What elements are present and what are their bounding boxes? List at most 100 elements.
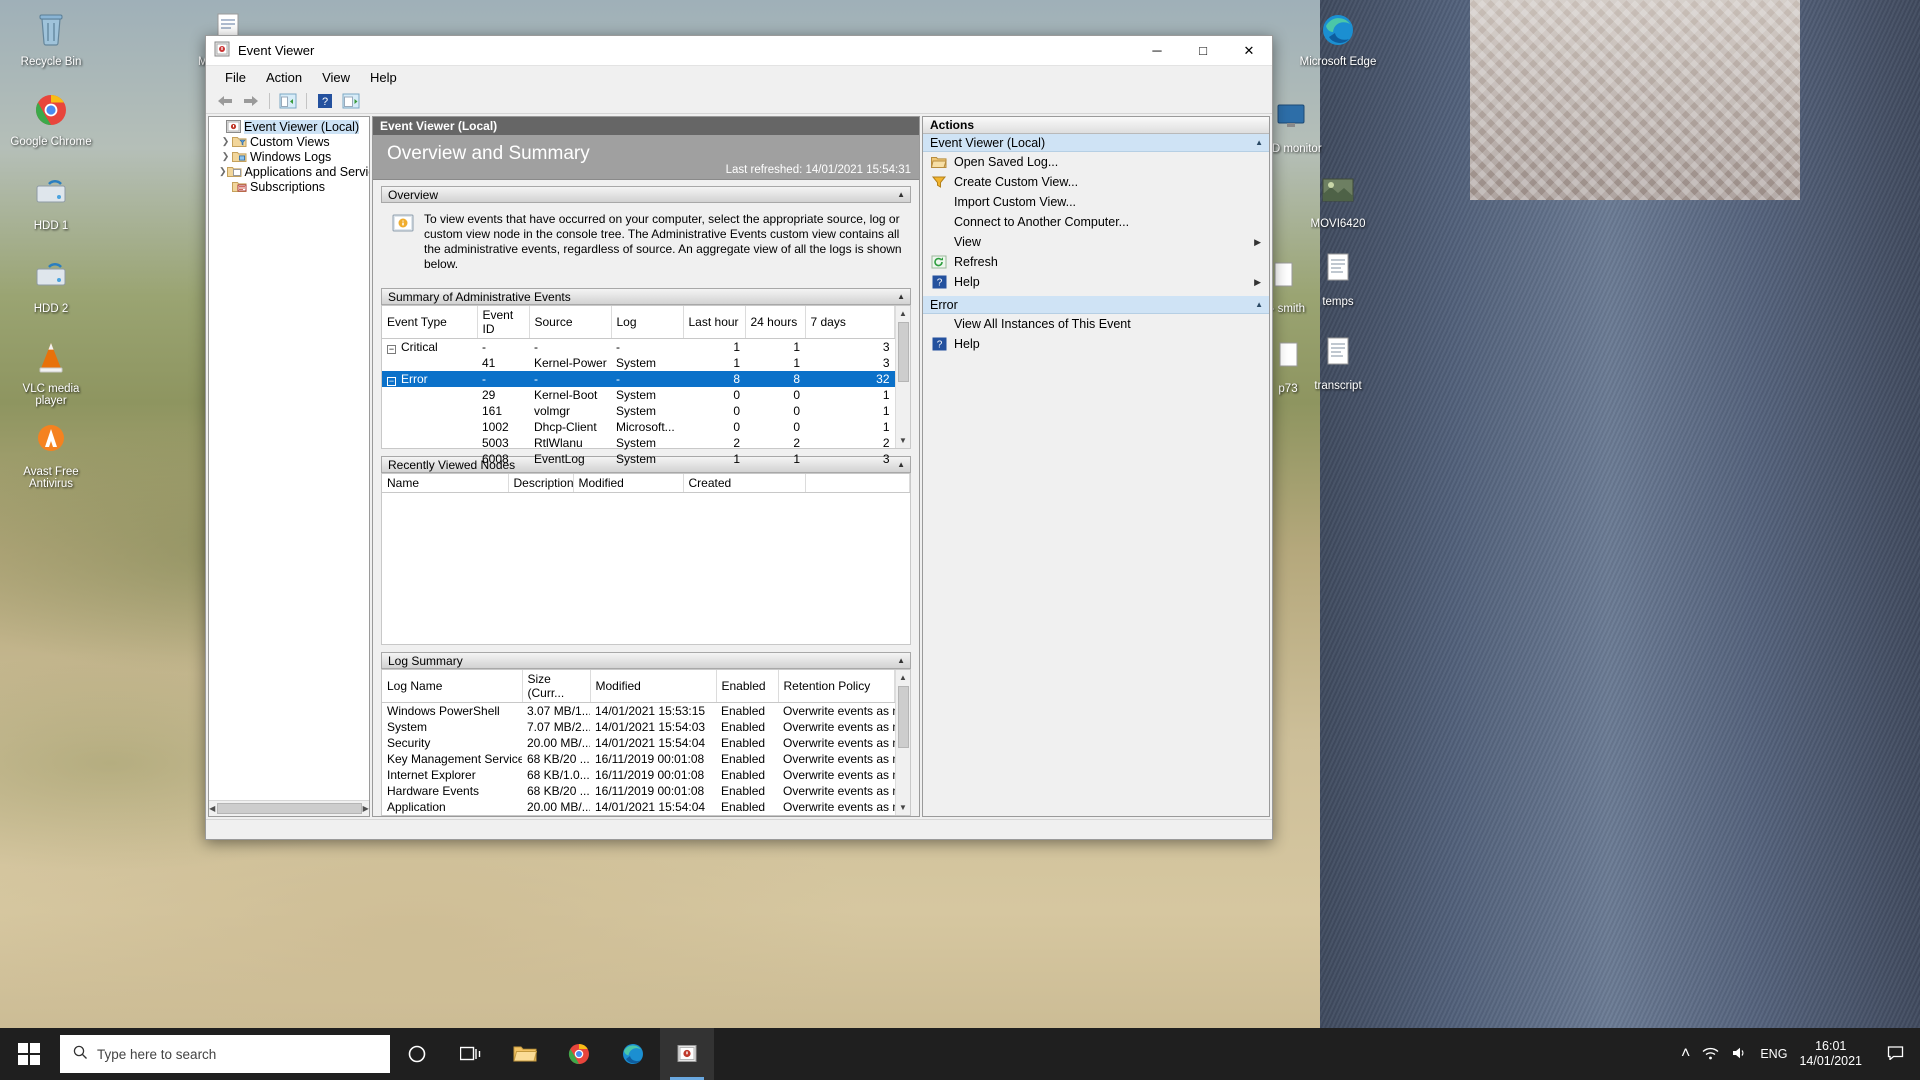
desktop-icon-vlc[interactable]: VLC media player <box>8 335 94 407</box>
submenu-arrow-icon[interactable]: ▶ <box>1254 277 1269 288</box>
desktop-icon-google-chrome[interactable]: Google Chrome <box>8 88 94 148</box>
column-header-event-type[interactable]: Event Type <box>382 306 478 339</box>
chevron-right-icon[interactable]: ❯ <box>219 151 232 162</box>
show-hide-action-pane-button[interactable] <box>340 91 362 111</box>
scrollbar-thumb[interactable] <box>216 803 362 814</box>
column-header-last-hour[interactable]: Last hour <box>683 306 746 339</box>
log-summary-vertical-scrollbar[interactable]: ▲ ▼ <box>895 670 910 815</box>
overview-scroll-area[interactable]: Overview ▲ To view events that have occu… <box>373 180 919 816</box>
start-button[interactable] <box>0 1028 58 1080</box>
submenu-arrow-icon[interactable]: ▶ <box>1254 237 1269 248</box>
menu-file[interactable]: File <box>216 68 255 87</box>
column-header-24-hours[interactable]: 24 hours <box>745 306 806 339</box>
collapse-chevron-icon[interactable]: ▲ <box>897 190 905 199</box>
collapse-chevron-icon[interactable]: ▲ <box>1255 300 1263 309</box>
collapse-expander-icon[interactable]: − <box>387 377 396 386</box>
event-viewer-taskbar-icon[interactable] <box>660 1028 714 1080</box>
scroll-right-arrow-icon[interactable]: ▶ <box>362 801 369 816</box>
menu-view[interactable]: View <box>313 68 359 87</box>
action-view-all-instances-of-this-event[interactable]: View All Instances of This Event <box>923 314 1269 334</box>
action-open-saved-log[interactable]: Open Saved Log... <box>923 152 1269 172</box>
table-row[interactable]: System 7.07 MB/2... 14/01/2021 15:54:03 … <box>382 719 895 735</box>
column-header-modified[interactable]: Modified <box>590 670 717 703</box>
clock[interactable]: 16:01 14/01/2021 <box>1799 1039 1868 1069</box>
table-row[interactable]: Security 20.00 MB/... 14/01/2021 15:54:0… <box>382 735 895 751</box>
toolbar[interactable]: ? <box>206 88 1272 114</box>
table-row[interactable]: Windows PowerShell 3.07 MB/1... 14/01/20… <box>382 703 895 720</box>
tree-item-custom-views[interactable]: ❯ Custom Views <box>209 134 369 149</box>
search-input[interactable]: Type here to search <box>60 1035 390 1073</box>
column-header-description[interactable]: Description <box>508 474 574 493</box>
column-header-7-days[interactable]: 7 days <box>805 306 895 339</box>
action-view[interactable]: View ▶ <box>923 232 1269 252</box>
collapse-chevron-icon[interactable]: ▲ <box>897 460 905 469</box>
system-tray[interactable]: ˄ ENG 16:01 14/01/2021 <box>1681 1028 1920 1080</box>
collapse-chevron-icon[interactable]: ▲ <box>1255 138 1263 147</box>
menu-bar[interactable]: File Action View Help <box>206 66 1272 88</box>
summary-table[interactable]: Event Type Event ID Source Log Last hour… <box>382 306 895 467</box>
back-button[interactable] <box>214 91 236 111</box>
task-view-icon[interactable] <box>444 1028 498 1080</box>
desktop-icon-hdd-1[interactable]: HDD 1 <box>8 172 94 232</box>
desktop-icon-movi6420[interactable]: MOVI6420 <box>1295 170 1381 230</box>
maximize-button[interactable]: □ <box>1180 36 1226 66</box>
show-hide-console-tree-button[interactable] <box>277 91 299 111</box>
column-header-source[interactable]: Source <box>529 306 612 339</box>
column-header-created[interactable]: Created <box>683 474 806 493</box>
menu-action[interactable]: Action <box>257 68 311 87</box>
event-viewer-window[interactable]: Event Viewer ─ □ ✕ File Action View Help… <box>205 35 1273 840</box>
scrollbar-thumb[interactable] <box>897 686 909 748</box>
tree-item-subscriptions[interactable]: Subscriptions <box>209 179 369 194</box>
menu-help[interactable]: Help <box>361 68 406 87</box>
table-row[interactable]: 161 volmgr System 0 0 1 <box>382 403 895 419</box>
volume-icon[interactable] <box>1731 1046 1748 1063</box>
recently-viewed-table[interactable]: Name Description Modified Created <box>382 474 910 493</box>
table-row[interactable]: Application 20.00 MB/... 14/01/2021 15:5… <box>382 799 895 815</box>
actions-group-error[interactable]: Error ▲ <box>923 296 1269 314</box>
action-connect-to-another-computer[interactable]: Connect to Another Computer... <box>923 212 1269 232</box>
file-explorer-icon[interactable] <box>498 1028 552 1080</box>
cortana-icon[interactable] <box>390 1028 444 1080</box>
table-row[interactable]: 1002 Dhcp-Client Microsoft... 0 0 1 <box>382 419 895 435</box>
microsoft-edge-icon[interactable] <box>606 1028 660 1080</box>
table-row[interactable]: − Critical - - - 1 1 3 <box>382 339 895 356</box>
summary-vertical-scrollbar[interactable]: ▲ ▼ <box>895 306 910 448</box>
action-center-icon[interactable] <box>1880 1045 1910 1063</box>
scrollbar-thumb[interactable] <box>897 322 909 382</box>
column-header-event-id[interactable]: Event ID <box>477 306 530 339</box>
tree-horizontal-scrollbar[interactable]: ◀ ▶ <box>209 800 369 816</box>
column-header-enabled[interactable]: Enabled <box>716 670 779 703</box>
action-create-custom-view[interactable]: Create Custom View... <box>923 172 1269 192</box>
tree-item-windows-logs[interactable]: ❯ Windows Logs <box>209 149 369 164</box>
console-tree-pane[interactable]: Event Viewer (Local) ❯ Custom Views ❯ Wi… <box>208 116 370 817</box>
table-row-selected[interactable]: − Error - - - 8 8 32 <box>382 371 895 387</box>
summary-grid-wrapper[interactable]: Event Type Event ID Source Log Last hour… <box>381 305 911 466</box>
minimize-button[interactable]: ─ <box>1134 36 1180 66</box>
scroll-up-arrow-icon[interactable]: ▲ <box>896 306 911 321</box>
desktop-icon-avast[interactable]: Avast Free Antivirus <box>8 418 94 490</box>
table-row[interactable]: Key Management Service 68 KB/20 ... 16/1… <box>382 751 895 767</box>
forward-button[interactable] <box>240 91 262 111</box>
desktop-icon-recycle-bin[interactable]: Recycle Bin <box>8 8 94 68</box>
close-button[interactable]: ✕ <box>1226 36 1272 66</box>
table-row[interactable]: 5003 RtlWlanu System 2 2 2 <box>382 435 895 451</box>
language-indicator[interactable]: ENG <box>1760 1047 1787 1061</box>
collapse-expander-icon[interactable]: − <box>387 345 396 354</box>
log-summary-table[interactable]: Log Name Size (Curr... Modified Enabled … <box>382 670 895 816</box>
tree-item-event-viewer-local[interactable]: Event Viewer (Local) <box>209 119 369 134</box>
table-row[interactable]: Internet Explorer 68 KB/1.0... 16/11/201… <box>382 767 895 783</box>
show-hidden-icons-chevron[interactable]: ˄ <box>1681 1045 1690 1063</box>
log-summary-section-header[interactable]: Log Summary ▲ <box>381 652 911 669</box>
scroll-down-arrow-icon[interactable]: ▼ <box>896 800 911 815</box>
column-header-log[interactable]: Log <box>611 306 684 339</box>
tree-item-applications-and-services-logs[interactable]: ❯ Applications and Services Lo <box>209 164 369 179</box>
desktop-icon-hdd-2[interactable]: HDD 2 <box>8 255 94 315</box>
table-row[interactable]: Hardware Events 68 KB/20 ... 16/11/2019 … <box>382 783 895 799</box>
log-summary-grid-wrapper[interactable]: Log Name Size (Curr... Modified Enabled … <box>381 669 911 816</box>
collapse-chevron-icon[interactable]: ▲ <box>897 656 905 665</box>
actions-group-event-viewer-local[interactable]: Event Viewer (Local) ▲ <box>923 134 1269 152</box>
help-button[interactable]: ? <box>314 91 336 111</box>
google-chrome-icon[interactable] <box>552 1028 606 1080</box>
recently-viewed-grid-wrapper[interactable]: Name Description Modified Created <box>381 473 911 645</box>
scroll-up-arrow-icon[interactable]: ▲ <box>896 670 911 685</box>
